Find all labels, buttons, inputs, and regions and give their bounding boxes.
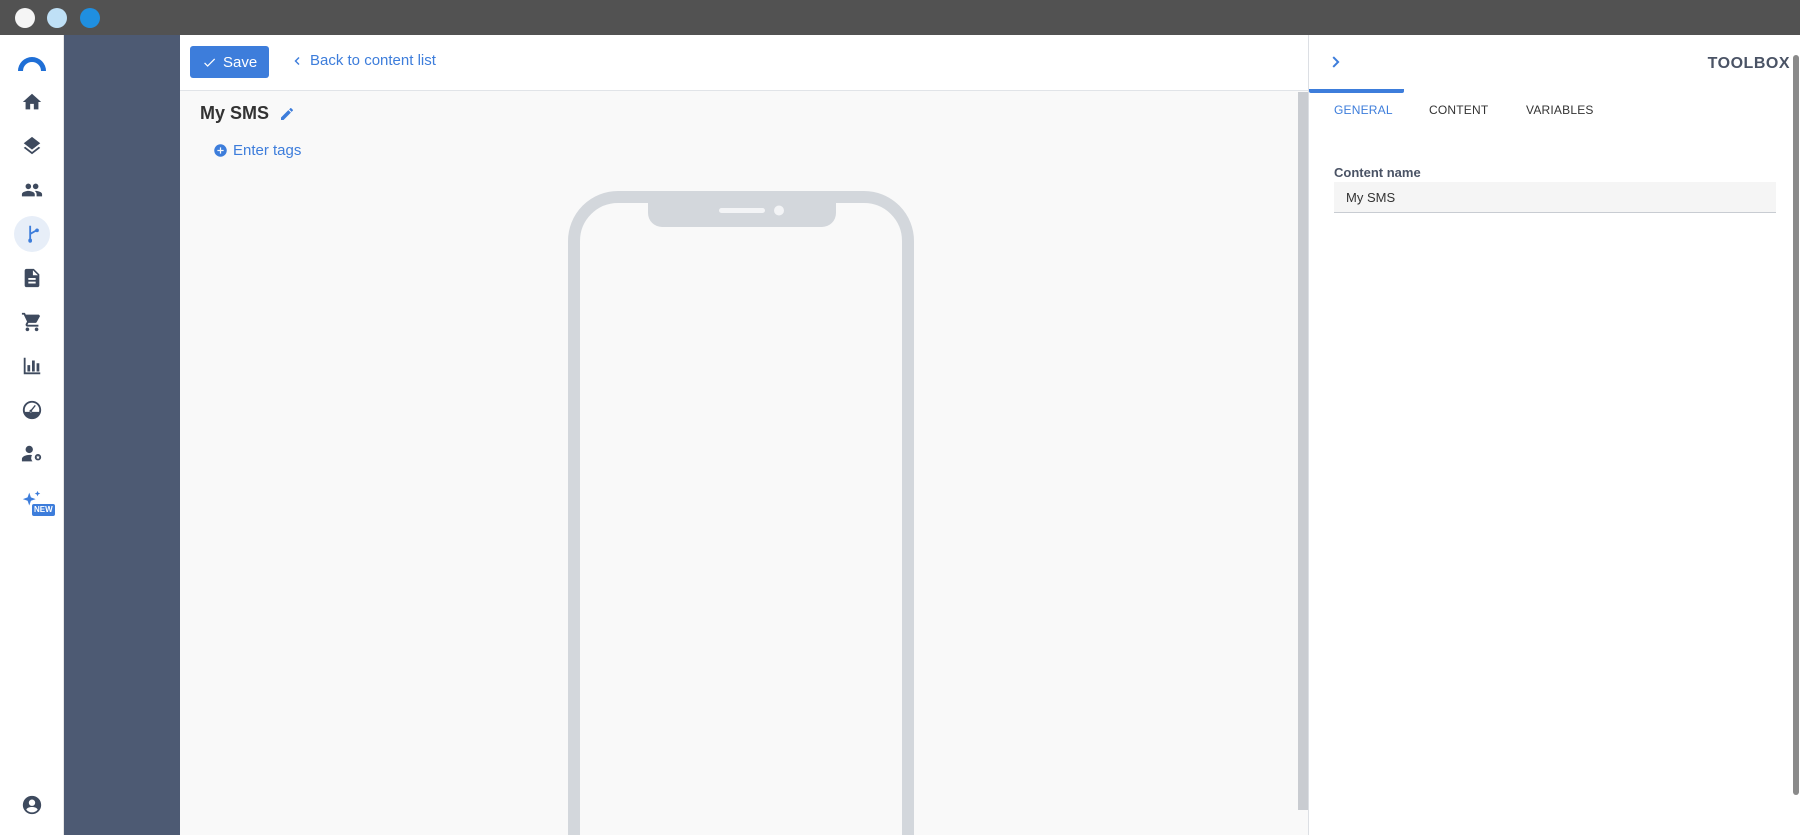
nav-user-settings[interactable] bbox=[14, 436, 50, 472]
sms-phone-preview bbox=[568, 191, 914, 835]
add-circle-icon bbox=[214, 144, 227, 157]
content-name-label: Content name bbox=[1334, 165, 1421, 180]
content-title-text: My SMS bbox=[200, 103, 270, 123]
toolbox-scrollbar[interactable] bbox=[1793, 55, 1799, 795]
journey-icon bbox=[28, 225, 39, 243]
window-minimize-button[interactable] bbox=[47, 8, 67, 28]
toolbox-tabs: GENERAL CONTENT VARIABLES bbox=[1309, 89, 1791, 131]
chevron-left-icon bbox=[294, 56, 300, 65]
tab-general[interactable]: GENERAL bbox=[1334, 103, 1393, 117]
window-maximize-button[interactable] bbox=[80, 8, 100, 28]
back-to-content-list-link[interactable]: Back to content list bbox=[292, 52, 436, 69]
nav-rail: NEW bbox=[0, 35, 64, 835]
editor-toolbar: Save Back to content list bbox=[180, 35, 1308, 91]
active-tab-indicator bbox=[1309, 89, 1404, 93]
secondary-nav-panel bbox=[64, 35, 180, 835]
content-title: My SMS bbox=[200, 103, 295, 124]
check-icon bbox=[204, 58, 216, 67]
tab-content[interactable]: CONTENT bbox=[1429, 103, 1488, 117]
content-editor: Save Back to content list My SMS Enter t… bbox=[180, 35, 1308, 835]
enter-tags-button[interactable]: Enter tags bbox=[213, 142, 301, 159]
enter-tags-label: Enter tags bbox=[233, 142, 302, 159]
toolbox-title: TOOLBOX bbox=[1707, 55, 1790, 72]
back-link-label: Back to content list bbox=[310, 52, 436, 69]
nav-analytics[interactable] bbox=[14, 348, 50, 384]
edit-title-icon[interactable] bbox=[279, 106, 295, 122]
nav-audience[interactable] bbox=[14, 172, 50, 208]
account-icon bbox=[22, 795, 42, 815]
editor-scrollbar[interactable] bbox=[1298, 92, 1308, 810]
new-badge: NEW bbox=[32, 504, 55, 516]
nav-account[interactable] bbox=[14, 787, 50, 823]
layers-icon bbox=[23, 136, 41, 155]
chart-icon bbox=[23, 357, 41, 375]
document-icon bbox=[24, 268, 40, 288]
collapse-toolbox-icon[interactable] bbox=[1329, 55, 1343, 69]
nav-journeys[interactable] bbox=[14, 216, 50, 252]
user-settings-icon bbox=[21, 445, 42, 462]
brand-logo-icon[interactable] bbox=[16, 54, 48, 72]
nav-ai-features[interactable]: NEW bbox=[14, 482, 55, 518]
home-icon bbox=[22, 93, 42, 110]
cart-icon bbox=[21, 312, 41, 332]
nav-content[interactable] bbox=[14, 260, 50, 296]
nav-performance[interactable] bbox=[14, 392, 50, 428]
tab-variables[interactable]: VARIABLES bbox=[1526, 103, 1594, 117]
save-button-label: Save bbox=[223, 53, 258, 71]
window-close-button[interactable] bbox=[15, 8, 35, 28]
users-icon bbox=[21, 183, 43, 197]
content-name-input[interactable] bbox=[1334, 182, 1776, 213]
nav-home[interactable] bbox=[14, 84, 50, 120]
nav-commerce[interactable] bbox=[14, 304, 50, 340]
nav-layers[interactable] bbox=[14, 128, 50, 164]
toolbox-panel: TOOLBOX GENERAL CONTENT VARIABLES Conten… bbox=[1308, 35, 1800, 835]
speedometer-icon bbox=[22, 400, 42, 420]
window-titlebar bbox=[0, 0, 1800, 35]
save-button[interactable]: Save bbox=[190, 46, 270, 78]
